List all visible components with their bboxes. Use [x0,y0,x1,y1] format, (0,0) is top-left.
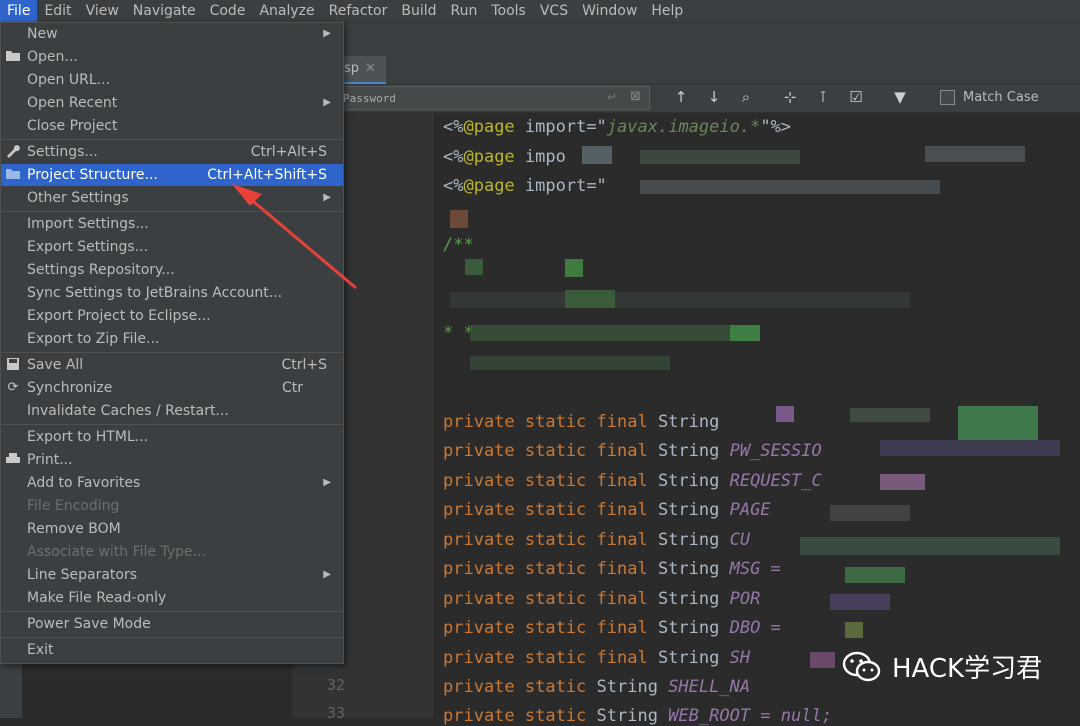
wechat-icon [842,651,882,683]
watermark-text: HACK学习君 [892,654,1043,684]
annotation-arrow [232,184,357,290]
watermark: HACK学习君 [842,648,1042,685]
